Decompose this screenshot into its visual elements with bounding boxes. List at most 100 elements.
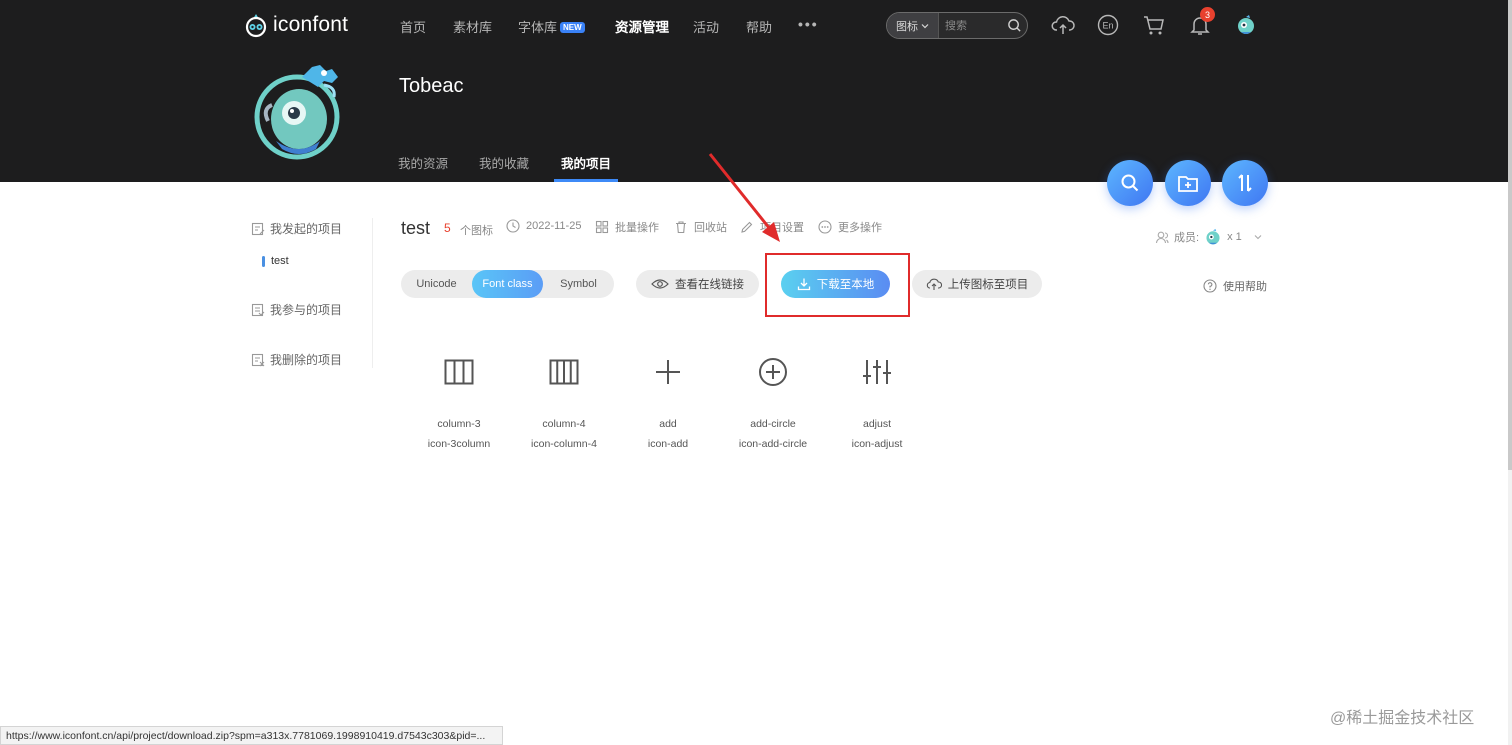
icon-card-adjust[interactable]: adjust icon-adjust	[827, 355, 927, 450]
scrollbar-thumb[interactable]	[1508, 0, 1512, 470]
trash-icon	[676, 221, 686, 234]
column-4-icon	[547, 355, 581, 389]
format-symbol-option[interactable]: Symbol	[543, 270, 614, 298]
plus-circle-icon	[756, 355, 790, 389]
tab-my-favorites[interactable]: 我的收藏	[479, 153, 529, 172]
sidebar-item-label: 我发起的项目	[270, 222, 343, 236]
watermark: @稀土掘金技术社区	[1330, 710, 1475, 727]
code-format-switch: Unicode Font class Symbol	[401, 270, 614, 298]
batch-operation-button[interactable]: 批量操作	[595, 219, 659, 235]
icon-card-column-3[interactable]: column-3 icon-3column	[409, 355, 509, 450]
cart-icon	[1144, 16, 1164, 35]
icon-class-name: icon-add	[647, 438, 689, 450]
more-circle-icon	[818, 220, 832, 234]
project-list-icon	[251, 303, 265, 316]
notification-button[interactable]: 3	[1188, 7, 1215, 37]
icon-name: adjust	[862, 418, 892, 430]
search-button[interactable]	[1001, 13, 1027, 38]
language-en-icon: En	[1097, 14, 1119, 36]
help-circle-icon	[1203, 279, 1217, 293]
notification-badge: 3	[1200, 7, 1215, 22]
logo-text: iconfont	[273, 13, 349, 36]
icon-name: column-4	[542, 418, 586, 430]
sidebar-item-label: 我删除的项目	[270, 353, 343, 367]
clock-icon	[506, 219, 520, 233]
active-tab-indicator	[554, 179, 618, 182]
usage-help-link[interactable]: 使用帮助	[1203, 278, 1267, 294]
icon-class-name: icon-add-circle	[738, 438, 808, 450]
members-icon	[1155, 231, 1169, 244]
sidebar-divider	[372, 218, 373, 368]
search-icon	[1007, 19, 1021, 32]
language-button[interactable]: En	[1096, 13, 1120, 37]
search-icon	[1121, 174, 1139, 192]
top-nav: iconfont 首页 素材库 字体库 NEW 资源管理 活动 帮助 ••• 图标…	[0, 0, 1508, 50]
sidebar-item-joined-projects[interactable]: 我参与的项目	[251, 301, 342, 318]
nav-item-materials[interactable]: 素材库	[453, 17, 492, 36]
column-3-icon	[442, 355, 476, 389]
grid-icon	[595, 220, 609, 234]
sidebar-project-test[interactable]: test	[262, 255, 289, 267]
sort-fab-button[interactable]	[1222, 160, 1268, 206]
search-type-label: 图标	[896, 20, 918, 33]
format-unicode-option[interactable]: Unicode	[401, 270, 472, 298]
annotation-highlight-box	[765, 253, 910, 317]
icon-card-column-4[interactable]: column-4 icon-column-4	[514, 355, 614, 450]
project-members[interactable]: 成员: x 1	[1155, 228, 1263, 246]
profile-username: Tobeac	[399, 75, 464, 97]
icon-name: column-3	[437, 418, 481, 430]
search-fab-button[interactable]	[1107, 160, 1153, 206]
project-edit-icon	[251, 222, 265, 235]
project-date-label: 2022-11-25	[526, 220, 582, 232]
svg-text:En: En	[1102, 21, 1113, 31]
search-input[interactable]	[939, 19, 1001, 32]
logo[interactable]: iconfont	[243, 11, 348, 39]
icon-card-add-circle[interactable]: add-circle icon-add-circle	[723, 355, 823, 450]
tab-my-projects[interactable]: 我的项目	[561, 153, 611, 172]
upload-icons-button[interactable]: 上传图标至项目	[912, 270, 1042, 298]
project-title: test	[401, 218, 431, 238]
cart-button[interactable]	[1142, 13, 1166, 37]
members-count: x 1	[1227, 231, 1242, 243]
icon-count: 5	[444, 221, 451, 235]
view-online-link-button[interactable]: 查看在线链接	[636, 270, 759, 298]
sidebar-project-label: test	[271, 255, 289, 267]
eye-icon	[651, 279, 669, 289]
icon-name: add	[659, 418, 677, 430]
more-menu-button[interactable]: •••	[798, 16, 819, 32]
adjust-sliders-icon	[860, 355, 894, 389]
sort-arrows-icon	[1238, 174, 1252, 192]
search-type-select[interactable]: 图标	[887, 13, 939, 38]
cloud-upload-icon	[1051, 15, 1075, 34]
usage-help-label: 使用帮助	[1223, 281, 1267, 293]
members-label: 成员:	[1174, 232, 1200, 244]
chevron-down-icon	[1254, 235, 1262, 240]
view-online-link-label: 查看在线链接	[675, 279, 744, 291]
sidebar-item-deleted-projects[interactable]: 我删除的项目	[251, 351, 342, 368]
annotation-arrow	[708, 153, 780, 242]
plus-icon	[651, 355, 685, 389]
icon-card-add[interactable]: add icon-add	[618, 355, 718, 450]
more-actions-button[interactable]: 更多操作	[818, 219, 882, 235]
nav-item-help[interactable]: 帮助	[746, 17, 772, 36]
icon-count-label: 个图标	[460, 225, 493, 237]
tab-my-resources[interactable]: 我的资源	[398, 153, 448, 172]
icon-class-name: icon-adjust	[851, 438, 903, 450]
page-scrollbar[interactable]	[1508, 0, 1512, 745]
nav-item-home[interactable]: 首页	[400, 17, 426, 36]
sidebar-item-created-projects[interactable]: 我发起的项目	[251, 220, 342, 237]
nav-item-fonts[interactable]: 字体库 NEW	[518, 17, 585, 36]
chevron-down-icon	[921, 23, 929, 28]
folder-add-icon	[1178, 176, 1198, 192]
user-avatar-button[interactable]	[1234, 13, 1258, 37]
iconfont-logo-icon	[245, 14, 267, 38]
nav-item-resources[interactable]: 资源管理	[615, 16, 669, 36]
nav-item-activities[interactable]: 活动	[693, 17, 719, 36]
new-folder-fab-button[interactable]	[1165, 160, 1211, 206]
project-deleted-icon	[251, 353, 265, 366]
more-actions-label: 更多操作	[838, 222, 882, 234]
icon-class-name: icon-3column	[427, 438, 491, 450]
format-font-class-option[interactable]: Font class	[472, 270, 543, 298]
icon-class-name: icon-column-4	[531, 438, 597, 450]
upload-cloud-button[interactable]	[1051, 13, 1075, 37]
